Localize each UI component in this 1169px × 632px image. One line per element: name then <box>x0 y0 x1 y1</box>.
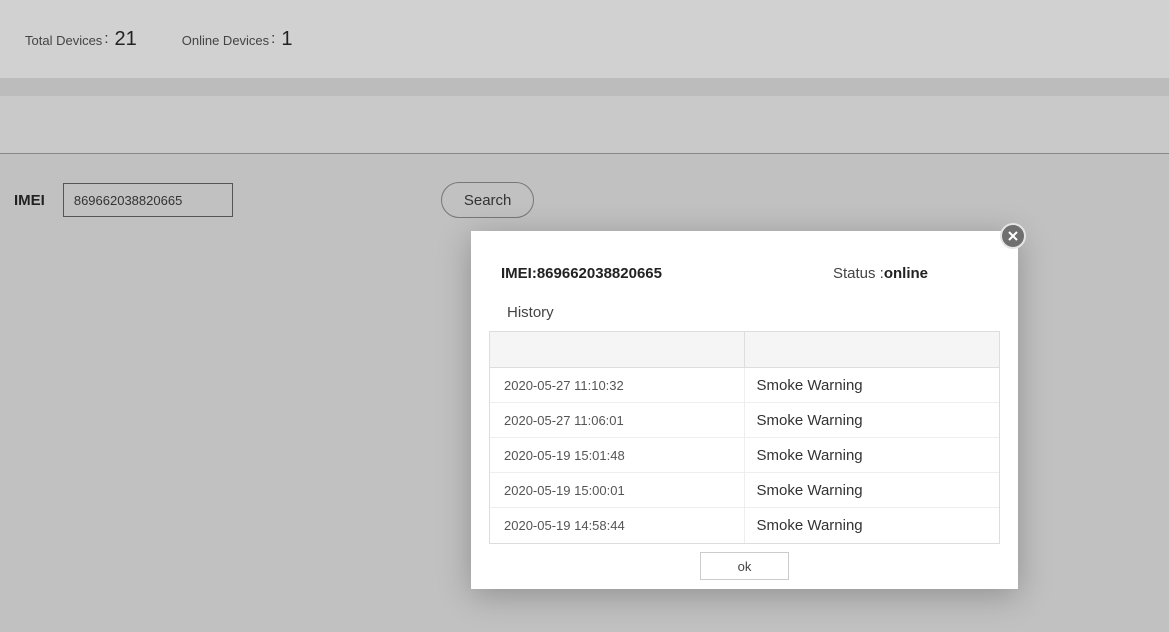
cell-event: Smoke Warning <box>745 508 1000 543</box>
cell-event: Smoke Warning <box>745 368 1000 402</box>
table-row: 2020-05-19 15:01:48 Smoke Warning <box>490 438 999 473</box>
table-header-event <box>745 332 1000 367</box>
cell-event: Smoke Warning <box>745 473 1000 507</box>
modal-imei: IMEI:869662038820665 <box>501 265 662 282</box>
close-icon <box>1007 230 1019 242</box>
cell-time: 2020-05-27 11:06:01 <box>490 403 745 437</box>
table-header-time <box>490 332 745 367</box>
online-devices-value: 1 <box>281 28 292 51</box>
total-devices-value: 21 <box>114 28 136 51</box>
cell-event: Smoke Warning <box>745 403 1000 437</box>
imei-label: IMEI <box>14 192 45 209</box>
cell-time: 2020-05-19 14:58:44 <box>490 508 745 543</box>
history-table: 2020-05-27 11:10:32 Smoke Warning 2020-0… <box>489 331 1000 544</box>
modal-status: Status :online <box>833 265 928 282</box>
table-row: 2020-05-19 14:58:44 Smoke Warning <box>490 508 999 543</box>
modal-footer: ok <box>471 544 1018 580</box>
cell-time: 2020-05-27 11:10:32 <box>490 368 745 402</box>
online-devices-stat: Online Devices : 1 <box>182 28 293 51</box>
table-row: 2020-05-27 11:06:01 Smoke Warning <box>490 403 999 438</box>
online-devices-label: Online Devices <box>182 33 269 48</box>
history-modal: IMEI:869662038820665 Status :online Hist… <box>471 231 1018 589</box>
cell-time: 2020-05-19 15:01:48 <box>490 438 745 472</box>
cell-time: 2020-05-19 15:00:01 <box>490 473 745 507</box>
total-devices-stat: Total Devices : 21 <box>25 28 137 51</box>
total-devices-label: Total Devices <box>25 33 102 48</box>
stats-bar: Total Devices : 21 Online Devices : 1 <box>0 0 1169 78</box>
table-row: 2020-05-27 11:10:32 Smoke Warning <box>490 368 999 403</box>
cell-event: Smoke Warning <box>745 438 1000 472</box>
imei-input[interactable] <box>63 183 233 217</box>
search-button[interactable]: Search <box>441 182 535 218</box>
ok-button[interactable]: ok <box>700 552 789 580</box>
content-strip <box>0 96 1169 154</box>
history-label: History <box>471 282 1018 331</box>
table-row: 2020-05-19 15:00:01 Smoke Warning <box>490 473 999 508</box>
modal-header: IMEI:869662038820665 Status :online <box>471 231 1018 282</box>
table-header <box>490 332 999 368</box>
spacer <box>0 78 1169 96</box>
close-button[interactable] <box>1000 223 1026 249</box>
